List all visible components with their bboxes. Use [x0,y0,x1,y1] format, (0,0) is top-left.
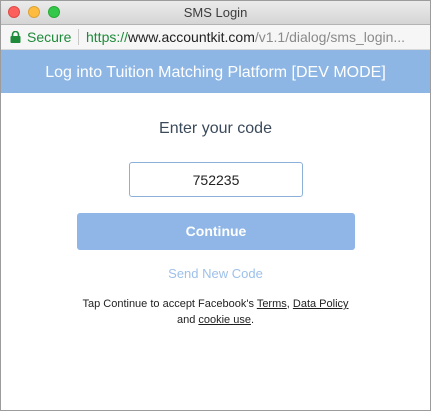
legal-and: and [176,314,196,326]
continue-button[interactable]: Continue [77,213,355,250]
address-bar[interactable]: Secure https://www.accountkit.com/v1.1/d… [1,25,430,50]
page-heading: Enter your code [159,120,272,137]
url-text[interactable]: https://www.accountkit.com/v1.1/dialog/s… [86,29,405,45]
url-path: /v1.1/dialog/sms_login... [254,29,406,45]
url-host: www.accountkit.com [128,29,255,45]
address-divider [78,29,79,45]
legal-prefix: Tap Continue to accept Facebook's [82,298,254,310]
legal-period: . [250,314,255,326]
legal-text-line-2: and cookie use. [1,314,430,326]
lock-icon [10,31,21,43]
window-title: SMS Login [183,5,248,20]
legal-comma: , [286,298,290,310]
terms-link[interactable]: Terms [257,298,287,310]
header-banner: Log into Tuition Matching Platform [DEV … [1,50,430,93]
secure-label: Secure [27,29,72,45]
verification-code-input[interactable] [129,162,303,197]
url-scheme: https:// [86,29,129,45]
browser-window: SMS Login Secure https://www.accountkit.… [0,0,431,411]
legal-text-line-1: Tap Continue to accept Facebook's Terms,… [1,298,430,310]
send-new-code-link[interactable]: Send New Code [1,266,430,281]
cookie-use-link[interactable]: cookie use [198,314,251,326]
data-policy-link[interactable]: Data Policy [293,298,349,310]
header-title: Log into Tuition Matching Platform [DEV … [45,64,386,81]
title-bar: SMS Login [1,1,430,25]
